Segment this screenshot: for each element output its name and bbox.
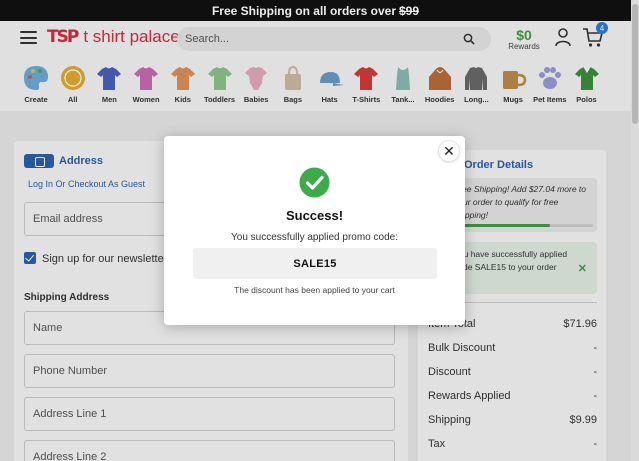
close-icon[interactable]: ✕ [439,141,459,161]
scrollbar-thumb[interactable] [632,4,638,124]
modal-note: The discount has been applied to your ca… [234,285,395,295]
modal-message: You successfully applied promo code: [231,232,398,243]
modal-title: Success! [285,208,344,223]
page-scrollbar[interactable] [631,0,639,461]
success-modal: ✕ Success! You successfully applied prom… [164,136,465,325]
checkmark-icon [299,167,330,198]
promo-code-display: SALE15 [193,248,437,279]
